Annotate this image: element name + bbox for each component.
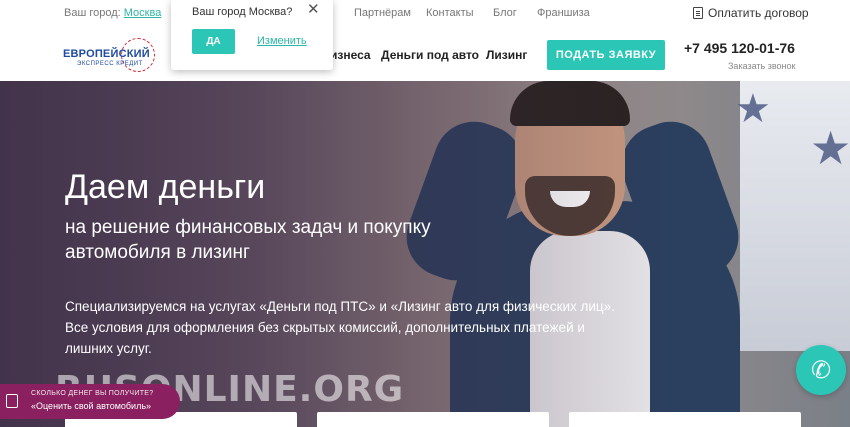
hero-subtitle: на решение финансовых задач и покупку ав… [65,217,431,263]
main-navbar: ЕВРОПЕЙСКИЙ ЭКСПРЕСС КРЕДИТ изнеса Деньг… [0,28,850,81]
close-icon[interactable]: ✕ [307,1,320,19]
phone-number[interactable]: +7 495 120-01-76 [684,40,795,56]
top-bar: Ваш город: Москва Партнёрам Контакты Бло… [0,0,850,28]
hero-title: Даем деньги [65,168,266,206]
hero-section: ★ ★ ★ ★ ★ Даем деньги на решение финансо… [0,81,850,427]
nav-item-car-money[interactable]: Деньги под авто [381,48,479,62]
change-city-link[interactable]: Изменить [257,35,307,47]
top-nav-blog[interactable]: Блог [493,7,517,19]
form-icon [6,394,18,408]
city-link[interactable]: Москва [124,7,162,19]
logo-brand: ЕВРОПЕЙСКИЙ [63,48,150,60]
top-nav-partners[interactable]: Партнёрам [354,7,411,19]
logo-subtitle: ЭКСПРЕСС КРЕДИТ [77,61,143,67]
city-selector: Ваш город: Москва [64,7,161,19]
document-icon [693,7,703,19]
hero-card[interactable] [569,412,801,427]
hero-description: Специализируемся на услугах «Деньги под … [65,299,615,356]
city-confirm-question: Ваш город Москва? [192,6,293,18]
callback-link[interactable]: Заказать звонок [728,61,795,71]
pay-contract-label: Оплатить договор [708,6,809,20]
top-nav-franchise[interactable]: Франшиза [537,7,590,19]
evaluate-widget-label: «Оценить свой автомобиль» [31,401,152,411]
evaluate-widget-caption: СКОЛЬКО ДЕНЕГ ВЫ ПОЛУЧИТЕ? [31,390,154,397]
hero-card[interactable] [317,412,549,427]
call-button[interactable]: ✆ [796,345,846,395]
nav-item-leasing[interactable]: Лизинг [486,48,527,62]
nav-item-business[interactable]: изнеса [330,48,371,62]
city-label: Ваш город: [64,7,121,19]
pay-contract-link[interactable]: Оплатить договор [693,6,809,20]
phone-icon: ✆ [810,356,832,384]
apply-button[interactable]: ПОДАТЬ ЗАЯВКУ [547,40,665,70]
logo[interactable]: ЕВРОПЕЙСКИЙ ЭКСПРЕСС КРЕДИТ [63,36,155,74]
evaluate-car-widget[interactable]: СКОЛЬКО ДЕНЕГ ВЫ ПОЛУЧИТЕ? «Оценить свой… [0,384,180,419]
top-nav-contacts[interactable]: Контакты [426,7,474,19]
confirm-yes-button[interactable]: ДА [192,29,235,54]
city-confirm-popup: Ваш город Москва? ✕ ДА Изменить [171,0,333,70]
